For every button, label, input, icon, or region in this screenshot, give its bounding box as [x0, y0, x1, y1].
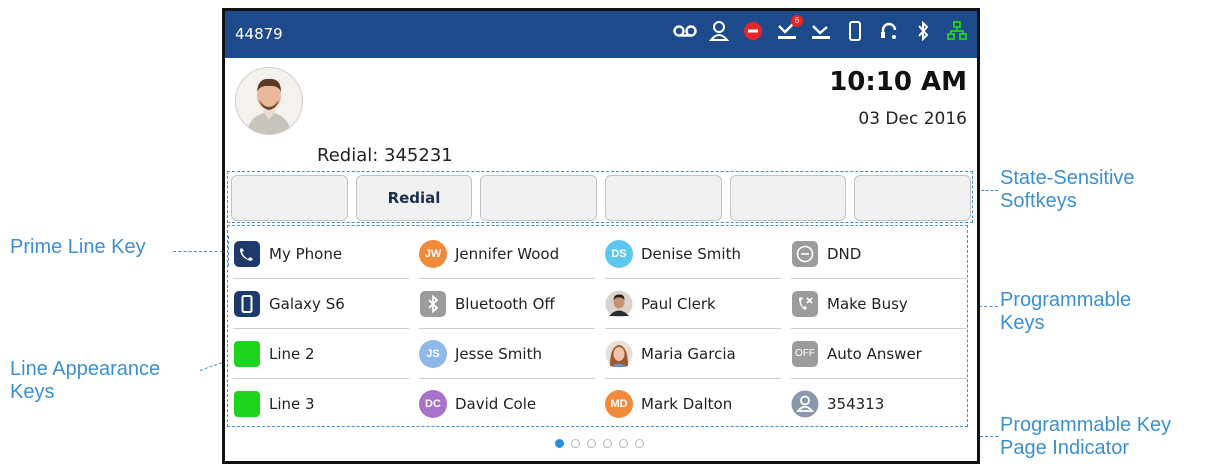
line-appearance-key-3[interactable]: Line 3	[233, 379, 409, 428]
dnd-icon	[792, 240, 818, 267]
speed-dial-key-jesse-smith[interactable]: JS Jesse Smith	[419, 329, 595, 379]
network-icon[interactable]	[945, 19, 969, 43]
speed-dial-key-mark-dalton[interactable]: MD Mark Dalton	[605, 379, 781, 428]
speed-dial-key-david-cole[interactable]: DC David Cole	[419, 379, 595, 428]
speed-dial-key-maria-garcia[interactable]: Maria Garcia	[605, 329, 781, 379]
prime-line-key[interactable]: My Phone	[233, 229, 409, 279]
make-busy-icon	[792, 290, 818, 317]
callout-prime-line: Prime Line Key	[10, 236, 146, 258]
speed-dial-key-denise-smith[interactable]: DS Denise Smith	[605, 229, 781, 279]
page-dot[interactable]	[555, 439, 564, 448]
contact-initials-icon: DS	[605, 239, 633, 268]
voicemail-icon[interactable]	[673, 19, 697, 43]
clock-date: 03 Dec 2016	[858, 109, 967, 129]
dnd-icon[interactable]	[741, 19, 765, 43]
phone-icon	[234, 240, 260, 267]
status-icons: 6	[673, 15, 969, 43]
make-busy-key[interactable]: Make Busy	[791, 279, 967, 329]
mobile-icon	[234, 290, 260, 317]
speed-dial-key-jennifer-wood[interactable]: JW Jennifer Wood	[419, 229, 595, 279]
off-icon: OFF	[792, 340, 818, 367]
page-dot[interactable]	[619, 439, 628, 448]
phone-screen: 44879 6 10:10 AM 03 Dec 2016 Redial: 345…	[222, 8, 980, 464]
contact-initials-icon: DC	[419, 389, 447, 418]
call-forward-icon[interactable]	[809, 19, 833, 43]
contact-initials-icon: JS	[419, 339, 447, 368]
key-column-4: DND Make Busy OFF Auto Answer 354313	[791, 229, 967, 428]
leader-line	[173, 251, 228, 252]
key-column-1: My Phone Galaxy S6 Line 2 Line 3	[233, 229, 409, 428]
bluetooth-icon	[420, 290, 446, 317]
missed-calls-icon[interactable]: 6	[775, 15, 803, 43]
callout-programmable-keys: Programmable Keys	[1000, 289, 1132, 334]
bluetooth-key[interactable]: Bluetooth Off	[419, 279, 595, 329]
contact-icon	[791, 390, 819, 417]
key-column-3: DS Denise Smith Paul Clerk Maria Garcia …	[605, 229, 781, 428]
contact-photo-icon	[605, 340, 633, 367]
callout-line-appearance: Line Appearance Keys	[10, 358, 161, 403]
page-dot[interactable]	[587, 439, 596, 448]
page-dot[interactable]	[603, 439, 612, 448]
status-bar: 44879 6	[225, 11, 977, 58]
bluetooth-icon[interactable]	[911, 19, 935, 43]
page-indicator	[555, 439, 644, 448]
page-dot[interactable]	[571, 439, 580, 448]
leader-line	[228, 236, 229, 266]
missed-calls-badge: 6	[791, 15, 803, 27]
contact-initials-icon: MD	[605, 389, 633, 418]
line-status-icon	[234, 390, 260, 417]
clock-time: 10:10 AM	[829, 67, 967, 97]
presence-icon[interactable]	[707, 19, 731, 43]
user-avatar	[235, 67, 303, 135]
extension-number: 44879	[235, 25, 283, 43]
contact-initials-icon: JW	[419, 239, 447, 268]
key-column-2: JW Jennifer Wood Bluetooth Off JS Jesse …	[419, 229, 595, 428]
softkeys-highlight	[227, 171, 973, 223]
mobile-line-key[interactable]: Galaxy S6	[233, 279, 409, 329]
line-status-icon	[234, 340, 260, 367]
line-appearance-key-2[interactable]: Line 2	[233, 329, 409, 379]
speed-dial-key-354313[interactable]: 354313	[791, 379, 967, 428]
callout-page-indicator: Programmable Key Page Indicator	[1000, 414, 1172, 459]
redial-info: Redial: 345231	[317, 145, 453, 166]
auto-answer-key[interactable]: OFF Auto Answer	[791, 329, 967, 379]
headset-icon[interactable]	[877, 19, 901, 43]
contact-photo-icon	[605, 290, 633, 317]
speed-dial-key-paul-clerk[interactable]: Paul Clerk	[605, 279, 781, 329]
mobile-icon[interactable]	[843, 19, 867, 43]
callout-state-sensitive: State-Sensitive Softkeys	[1000, 167, 1135, 212]
programmable-key-grid: My Phone Galaxy S6 Line 2 Line 3 JW Jenn…	[233, 229, 969, 425]
dnd-key[interactable]: DND	[791, 229, 967, 279]
page-dot[interactable]	[635, 439, 644, 448]
